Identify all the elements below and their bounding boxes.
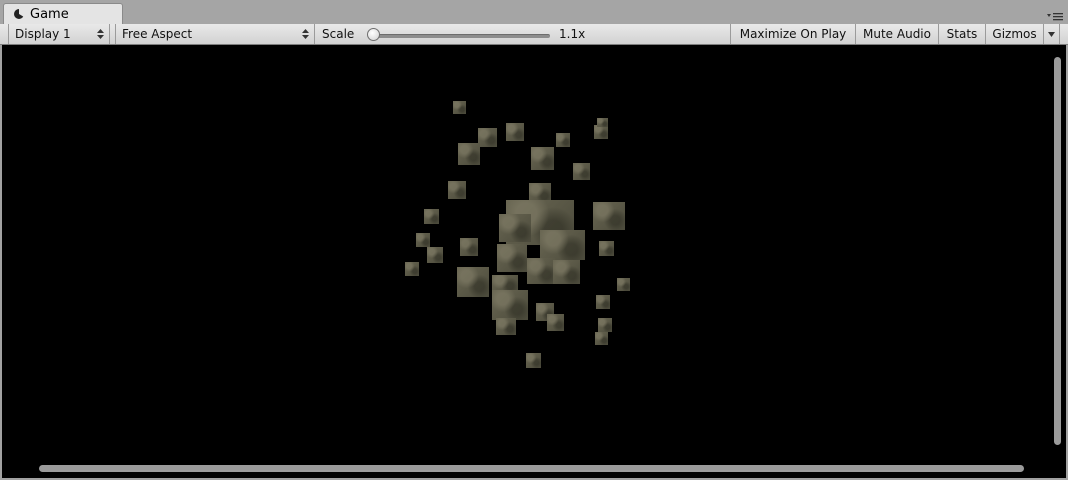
pacman-icon: [14, 9, 24, 19]
scene-cube: [416, 233, 430, 247]
tab-strip: Game: [0, 0, 1068, 24]
scene-cube: [531, 147, 554, 170]
scene-cube: [492, 290, 528, 320]
scale-slider-track[interactable]: [370, 34, 550, 38]
aspect-dropdown[interactable]: Free Aspect: [115, 24, 315, 44]
scene-cube: [453, 101, 466, 114]
scale-slider-thumb[interactable]: [367, 28, 380, 41]
gizmos-dropdown-button[interactable]: [1044, 24, 1060, 44]
gizmos-button[interactable]: Gizmos: [986, 24, 1044, 44]
scene-cube: [496, 318, 516, 335]
scene-cube: [553, 260, 580, 284]
gizmos-label: Gizmos: [992, 27, 1037, 41]
scene-cube: [497, 244, 527, 272]
maximize-on-play-label: Maximize On Play: [739, 27, 847, 41]
scene-cube: [458, 143, 480, 165]
scene-cube: [424, 209, 439, 224]
display-dropdown-label: Display 1: [15, 27, 71, 41]
stats-button[interactable]: Stats: [939, 24, 986, 44]
vertical-scrollbar[interactable]: [1054, 57, 1061, 445]
dropdown-arrows-icon: [302, 29, 309, 39]
scene-cube: [527, 258, 555, 284]
scene-cube: [556, 133, 570, 147]
scene-cube: [597, 118, 608, 127]
horizontal-scrollbar[interactable]: [39, 465, 1024, 472]
scene-cube: [596, 295, 610, 309]
scene-cube: [448, 181, 466, 199]
scene-cube: [547, 314, 564, 331]
scene-cube: [506, 123, 524, 141]
scene-cube: [405, 262, 419, 276]
scene-cube: [499, 214, 531, 242]
mute-audio-label: Mute Audio: [863, 27, 931, 41]
stats-label: Stats: [946, 27, 978, 41]
scene-cube: [599, 241, 614, 256]
scale-value: 1.1x: [559, 27, 586, 41]
scene-cube: [593, 202, 625, 230]
aspect-dropdown-label: Free Aspect: [122, 27, 193, 41]
mute-audio-button[interactable]: Mute Audio: [856, 24, 939, 44]
maximize-on-play-button[interactable]: Maximize On Play: [730, 24, 856, 44]
scene-cube: [457, 267, 489, 297]
scene-cube: [598, 318, 612, 332]
scene-cube: [573, 163, 590, 180]
scene-cube: [540, 230, 585, 260]
scene-cube: [617, 278, 630, 291]
scene-cube: [595, 332, 608, 345]
scene-cube: [526, 353, 541, 368]
chevron-down-icon: [1048, 31, 1055, 37]
scene-cube: [460, 238, 478, 256]
display-dropdown[interactable]: Display 1: [8, 24, 110, 44]
tab-title: Game: [30, 6, 69, 22]
scene-cube: [478, 128, 497, 147]
scene-cube: [427, 247, 443, 263]
game-toolbar: Display 1 Free Aspect Scale 1.1x Maximiz…: [0, 24, 1068, 45]
game-viewport[interactable]: [2, 45, 1066, 478]
scale-label: Scale: [322, 27, 355, 41]
dropdown-arrows-icon: [97, 29, 104, 39]
panel-menu-icon[interactable]: [1046, 11, 1064, 23]
tab-game[interactable]: Game: [3, 3, 123, 24]
scene-cube: [594, 125, 608, 139]
